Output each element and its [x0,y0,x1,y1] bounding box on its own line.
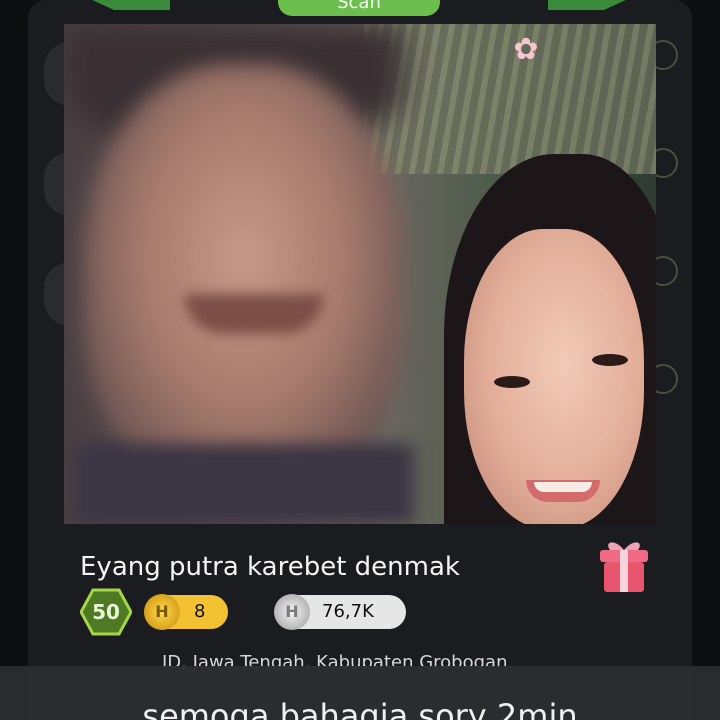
silver-coin-icon: H [274,594,310,630]
photo-detail [592,354,628,366]
gold-coin-balance: H 8 [144,594,228,630]
photo-detail [84,64,404,494]
overlay-caption: semoga bahagia sory 2min [142,697,578,720]
gold-coin-count: 8 [194,601,206,622]
level-value: 50 [92,600,120,624]
flower-sticker: ✿ [513,32,539,67]
gift-icon[interactable] [596,536,652,596]
photo-detail [494,376,530,388]
silver-coin-balance: H 76,7K [274,594,406,630]
gold-coin-icon: H [144,594,180,630]
profile-photo[interactable]: ✿ [64,24,656,524]
profile-name: Eyang putra karebet denmak [80,552,460,582]
photo-detail [534,482,592,492]
photo-detail [184,294,324,334]
photo-detail [74,444,414,524]
silver-coin-count: 76,7K [322,601,374,622]
scan-button[interactable]: Scan [278,0,440,16]
level-badge: 50 [79,588,133,636]
